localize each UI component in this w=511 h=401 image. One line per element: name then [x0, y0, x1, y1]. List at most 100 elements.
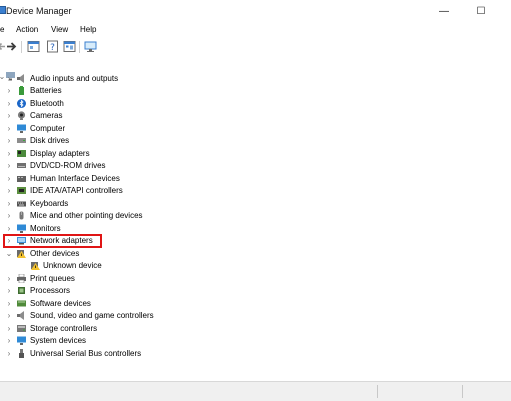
monitor-icon: [17, 224, 26, 233]
tree-item-print-queues[interactable]: › Print queues: [0, 273, 511, 285]
menu-help[interactable]: Help: [80, 25, 96, 34]
dvd-icon: [17, 163, 26, 168]
minimize-button[interactable]: —: [427, 0, 461, 23]
network-adapter-icon: [17, 237, 26, 245]
window-title: Device Manager: [6, 6, 72, 16]
tree-item-computer[interactable]: › Computer: [0, 123, 511, 135]
tree-item-display-adapters[interactable]: › Display adapters: [0, 148, 511, 160]
tree-item-label: Universal Serial Bus controllers: [30, 349, 142, 358]
close-button[interactable]: ✕: [500, 0, 511, 23]
properties-icon[interactable]: [27, 40, 40, 53]
svg-text:?: ?: [50, 43, 55, 53]
tree-item-audio-inputs-and-outputs[interactable]: › Audio inputs and outputs: [0, 73, 511, 85]
warning-device-icon: [17, 250, 26, 258]
tree-item-unknown-device[interactable]: Unknown device: [0, 260, 511, 272]
expand-chevron-icon[interactable]: ›: [5, 323, 13, 335]
tree-item-label: Sound, video and game controllers: [30, 311, 154, 320]
expand-chevron-icon[interactable]: ›: [5, 148, 13, 160]
tree-item-label: Cameras: [30, 111, 63, 120]
scan-hardware-icon[interactable]: [84, 40, 97, 53]
tree-item-mice-and-other-pointing-devices[interactable]: › Mice and other pointing devices: [0, 210, 511, 222]
tree-item-ide-ata-atapi-controllers[interactable]: › IDE ATA/ATAPI controllers: [0, 185, 511, 197]
usb-icon: [19, 349, 24, 358]
tree-item-label: Human Interface Devices: [30, 174, 120, 183]
tree-item-system-devices[interactable]: › System devices: [0, 335, 511, 347]
tree-item-dvd-cd-rom-drives[interactable]: › DVD/CD-ROM drives: [0, 160, 511, 172]
tree-item-storage-controllers[interactable]: › Storage controllers: [0, 323, 511, 335]
tree-item-processors[interactable]: › Processors: [0, 285, 511, 297]
maximize-button[interactable]: ☐: [464, 0, 498, 23]
expand-chevron-icon[interactable]: ›: [5, 173, 13, 185]
tree-item-bluetooth[interactable]: › Bluetooth: [0, 98, 511, 110]
toolbar: ?: [0, 38, 511, 57]
disk-icon: [17, 138, 26, 143]
hid-icon: [17, 176, 26, 182]
expand-chevron-icon[interactable]: ›: [5, 85, 13, 97]
tree-item-label: Keyboards: [30, 199, 69, 208]
tree-item-label: Software devices: [30, 299, 91, 308]
update-driver-icon[interactable]: [63, 40, 76, 53]
expand-chevron-icon[interactable]: ›: [5, 98, 13, 110]
tree-item-other-devices[interactable]: ⌄ Other devices: [0, 248, 511, 260]
tree-item-network-adapters[interactable]: › Network adapters: [0, 235, 511, 247]
tree-item-label: Bluetooth: [30, 99, 64, 108]
monitor-icon: [17, 124, 26, 133]
tree-item-human-interface-devices[interactable]: › Human Interface Devices: [0, 173, 511, 185]
expand-chevron-icon[interactable]: ›: [5, 73, 13, 85]
ide-controller-icon: [17, 187, 26, 194]
expand-chevron-icon[interactable]: ›: [5, 185, 13, 197]
sound-controller-icon: [17, 311, 24, 320]
tree-item-disk-drives[interactable]: › Disk drives: [0, 135, 511, 147]
bluetooth-icon: [17, 99, 26, 108]
expand-chevron-icon[interactable]: ›: [5, 110, 13, 122]
expand-chevron-icon[interactable]: ›: [5, 160, 13, 172]
tree-item-label: IDE ATA/ATAPI controllers: [30, 186, 123, 195]
tree-item-batteries[interactable]: › Batteries: [0, 85, 511, 97]
expand-chevron-icon[interactable]: ›: [5, 310, 13, 322]
unknown-device-icon: [31, 262, 40, 270]
tree-item-label: Audio inputs and outputs: [30, 74, 119, 83]
keyboard-icon: [17, 201, 26, 207]
menu-action[interactable]: Action: [16, 25, 38, 34]
toolbar-separator: [21, 41, 22, 53]
title-bar: Device Manager — ☐ ✕: [0, 0, 511, 24]
tree-item-label: Unknown device: [43, 261, 102, 270]
status-bar: [0, 381, 511, 401]
expand-chevron-icon[interactable]: ›: [5, 273, 13, 285]
tree-item-label: DVD/CD-ROM drives: [30, 161, 106, 170]
storage-controller-icon: [17, 325, 26, 332]
help-icon[interactable]: ?: [46, 40, 59, 53]
tree-item-label: Processors: [30, 286, 71, 295]
tree-item-label: Storage controllers: [30, 324, 98, 333]
tree-item-cameras[interactable]: › Cameras: [0, 110, 511, 122]
expand-chevron-icon[interactable]: ›: [5, 135, 13, 147]
forward-arrow-icon[interactable]: [5, 40, 18, 53]
expand-chevron-icon[interactable]: ›: [5, 348, 13, 360]
menu-bar: e Action View Help: [0, 23, 511, 38]
expand-chevron-icon[interactable]: ›: [5, 123, 13, 135]
status-divider: [462, 385, 463, 398]
expand-chevron-icon[interactable]: ›: [5, 285, 13, 297]
expand-chevron-icon[interactable]: ›: [5, 210, 13, 222]
expand-chevron-icon[interactable]: ›: [5, 235, 13, 247]
tree-item-label: Disk drives: [30, 136, 70, 145]
tree-item-software-devices[interactable]: › Software devices: [0, 298, 511, 310]
expand-chevron-icon[interactable]: ›: [5, 335, 13, 347]
mouse-icon: [19, 211, 24, 220]
device-tree: ⌄ › Audio inputs and outputs › Batteries…: [0, 56, 511, 381]
tree-item-sound-video-and-game-controllers[interactable]: › Sound, video and game controllers: [0, 310, 511, 322]
processor-icon: [18, 287, 25, 294]
menu-view[interactable]: View: [51, 25, 68, 34]
tree-item-universal-serial-bus-controllers[interactable]: › Universal Serial Bus controllers: [0, 348, 511, 360]
expand-chevron-icon[interactable]: ›: [5, 198, 13, 210]
tree-item-label: System devices: [30, 336, 87, 345]
collapse-chevron-icon[interactable]: ⌄: [5, 248, 13, 260]
expand-chevron-icon[interactable]: ›: [5, 298, 13, 310]
software-device-icon: [17, 300, 26, 307]
system-device-icon: [17, 336, 26, 345]
menu-file[interactable]: e: [0, 25, 4, 34]
tree-item-keyboards[interactable]: › Keyboards: [0, 198, 511, 210]
tree-item-label: Display adapters: [30, 149, 90, 158]
tree-item-label: Print queues: [30, 274, 75, 283]
toolbar-separator: [79, 41, 80, 53]
